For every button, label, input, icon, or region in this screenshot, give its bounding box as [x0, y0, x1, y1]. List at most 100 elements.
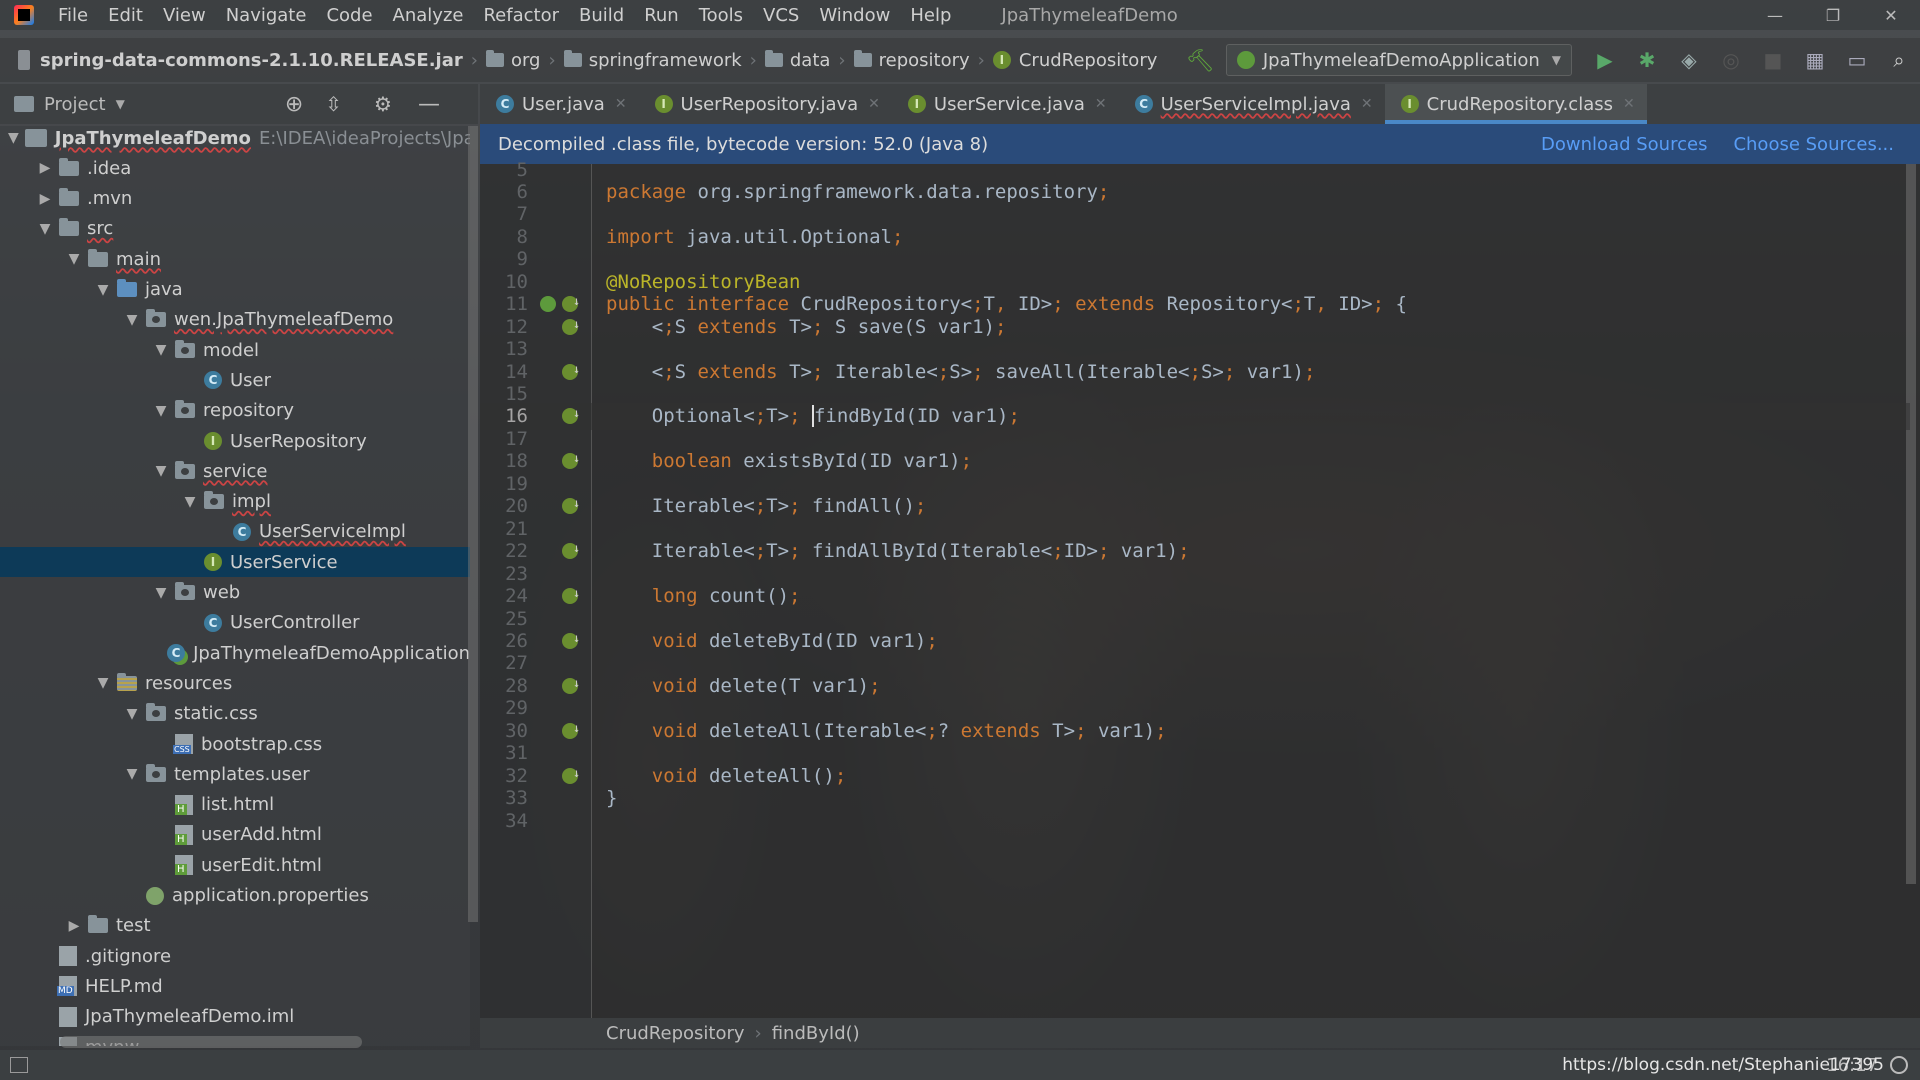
menu-file[interactable]: File	[48, 5, 98, 26]
gear-icon[interactable]: ⚙	[374, 92, 392, 116]
nav-crumb[interactable]: › repository	[830, 50, 969, 71]
tree-item[interactable]: C User	[0, 365, 470, 395]
tree-item[interactable]: ▶ .idea	[0, 153, 470, 183]
tree-item[interactable]: ▶ .mvn	[0, 184, 470, 214]
debug-icon[interactable]: ✱	[1626, 44, 1668, 76]
close-tab-icon[interactable]: ✕	[1623, 96, 1635, 112]
tree-item[interactable]: ▼ service	[0, 456, 470, 486]
expanded-arrow-icon[interactable]: ▼	[124, 312, 140, 328]
implemented-down-arrow-icon[interactable]	[562, 721, 580, 739]
project-tree-scrollbar[interactable]	[468, 126, 478, 922]
tab-userrepository-java[interactable]: I UserRepository.java ✕	[639, 84, 892, 124]
tree-item[interactable]: ▼ wen.JpaThymeleafDemo	[0, 305, 470, 335]
expanded-arrow-icon[interactable]: ▼	[66, 251, 82, 267]
search-icon[interactable]: ⌕	[1878, 44, 1920, 76]
tree-item[interactable]: ▼ src	[0, 214, 470, 244]
tab-userserviceimpl-java[interactable]: C UserServiceImpl.java ✕	[1119, 84, 1385, 124]
expanded-arrow-icon[interactable]: ▼	[153, 403, 169, 419]
tree-item[interactable]: userAdd.html	[0, 820, 470, 850]
tree-item[interactable]: ▼ model	[0, 335, 470, 365]
implemented-down-arrow-icon[interactable]	[562, 631, 580, 649]
menu-refactor[interactable]: Refactor	[473, 5, 569, 26]
tree-item[interactable]: .gitignore	[0, 941, 470, 971]
layout-icon[interactable]: ▭	[1836, 44, 1878, 76]
coverage-icon[interactable]: ◈	[1668, 44, 1710, 76]
tree-item[interactable]: ▼ web	[0, 578, 470, 608]
tab-userservice-java[interactable]: I UserService.java ✕	[892, 84, 1119, 124]
menu-view[interactable]: View	[153, 5, 216, 26]
profile-icon[interactable]: ◎	[1710, 44, 1752, 76]
implemented-down-arrow-icon[interactable]	[562, 451, 580, 470]
run-configuration-select[interactable]: JpaThymeleafDemoApplication ▼	[1225, 44, 1572, 76]
lock-icon[interactable]	[1890, 1056, 1908, 1074]
menu-help[interactable]: Help	[900, 5, 961, 26]
tree-item[interactable]: JpaThymeleafDemo.iml	[0, 1002, 470, 1032]
download-sources-link[interactable]: Download Sources	[1541, 134, 1707, 155]
menu-vcs[interactable]: VCS	[753, 5, 809, 26]
implemented-down-arrow-icon[interactable]	[562, 294, 580, 313]
implemented-down-arrow-icon[interactable]	[562, 586, 580, 605]
menu-build[interactable]: Build	[569, 5, 634, 26]
code-line[interactable]: 34	[480, 807, 1910, 834]
menu-tools[interactable]: Tools	[689, 5, 753, 26]
tree-item[interactable]: ▼ java	[0, 275, 470, 305]
expanded-arrow-icon[interactable]: ▼	[153, 463, 169, 479]
implemented-down-arrow-icon[interactable]	[562, 362, 580, 380]
expanded-arrow-icon[interactable]: ▼	[124, 706, 140, 722]
expanded-arrow-icon[interactable]: ▼	[153, 585, 169, 601]
menu-code[interactable]: Code	[316, 5, 382, 26]
collapsed-arrow-icon[interactable]: ▶	[37, 191, 53, 207]
implemented-down-arrow-icon[interactable]	[562, 317, 580, 335]
implemented-down-arrow-icon[interactable]	[562, 676, 580, 694]
implemented-down-arrow-icon[interactable]	[562, 766, 580, 784]
project-tree[interactable]: ▼ JpaThymeleafDemo E:\IDEA\ideaProjects\Jp…	[0, 126, 470, 1046]
nav-crumb[interactable]: › data	[742, 50, 831, 71]
breadcrumb-method[interactable]: findById()	[772, 1023, 860, 1044]
tool-windows-toggle-icon[interactable]	[10, 1057, 28, 1073]
tree-item[interactable]: ▼ resources	[0, 668, 470, 698]
expanded-arrow-icon[interactable]: ▼	[95, 675, 111, 691]
hide-panel-icon[interactable]: —	[418, 92, 440, 117]
expanded-arrow-icon[interactable]: ▼	[124, 766, 140, 782]
expanded-arrow-icon[interactable]: ▼	[153, 342, 169, 358]
menu-analyze[interactable]: Analyze	[383, 5, 474, 26]
tree-item[interactable]: ▼ static.css	[0, 699, 470, 729]
menu-navigate[interactable]: Navigate	[216, 5, 317, 26]
tree-item[interactable]: C UserServiceImpl	[0, 517, 470, 547]
implemented-down-arrow-icon[interactable]	[562, 496, 580, 515]
close-tab-icon[interactable]: ✕	[868, 96, 880, 112]
project-structure-icon[interactable]: ▦	[1794, 44, 1836, 76]
chevron-down-icon[interactable]: ▼	[116, 97, 125, 111]
collapse-all-icon[interactable]: ⇳	[325, 92, 342, 116]
choose-sources-link[interactable]: Choose Sources...	[1733, 134, 1894, 155]
expanded-arrow-icon[interactable]: ▼	[37, 221, 53, 237]
tree-item[interactable]: ▶ test	[0, 911, 470, 941]
stop-icon[interactable]: ■	[1752, 44, 1794, 76]
project-view-label[interactable]: Project	[44, 94, 106, 115]
expanded-arrow-icon[interactable]: ▼	[8, 130, 19, 146]
overrides-icon[interactable]	[540, 296, 556, 313]
nav-crumb[interactable]: › I CrudRepository	[970, 50, 1158, 71]
project-tree-horizontal-scrollbar[interactable]	[60, 1036, 362, 1048]
tree-item[interactable]: bootstrap.css	[0, 729, 470, 759]
code-editor[interactable]: 5 6 package org.springframework.data.repos…	[480, 159, 1920, 1018]
tree-item[interactable]: ▼ templates.user	[0, 759, 470, 789]
tree-item[interactable]: ▼ repository	[0, 396, 470, 426]
tree-item[interactable]: I UserService	[0, 547, 470, 578]
tree-item[interactable]: C UserController	[0, 608, 470, 638]
tree-item[interactable]: ▼ JpaThymeleafDemo E:\IDEA\ideaProjects\Jp…	[0, 126, 470, 153]
collapsed-arrow-icon[interactable]: ▶	[37, 160, 53, 176]
nav-crumb[interactable]: spring-data-commons-2.1.10.RELEASE.jar	[40, 50, 463, 71]
run-icon[interactable]: ▶	[1584, 44, 1626, 76]
locate-icon[interactable]: ⊕	[285, 92, 303, 117]
close-tab-icon[interactable]: ✕	[615, 96, 627, 112]
implemented-down-arrow-icon[interactable]	[562, 541, 580, 560]
tree-item[interactable]: C JpaThymeleafDemoApplication	[0, 638, 470, 668]
tree-item[interactable]: I UserRepository	[0, 426, 470, 456]
menu-edit[interactable]: Edit	[98, 5, 153, 26]
nav-crumb[interactable]: › org	[463, 50, 541, 71]
expanded-arrow-icon[interactable]: ▼	[182, 494, 198, 510]
implemented-down-arrow-icon[interactable]	[562, 406, 580, 425]
tree-item[interactable]: ▼ main	[0, 244, 470, 274]
tree-item[interactable]: ▼ impl	[0, 487, 470, 517]
